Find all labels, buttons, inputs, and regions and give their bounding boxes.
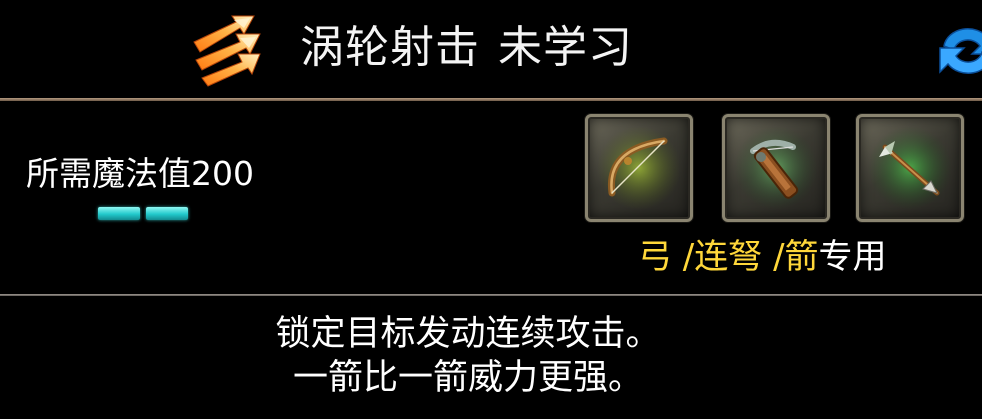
description-line: 一箭比一箭威力更强。: [292, 358, 643, 398]
skill-description: 锁定目标发动连续攻击。 一箭比一箭威力更强。: [0, 312, 936, 400]
skill-detail-panel: 涡轮射击 未学习 所需魔法值200 弓 /连弩 /箭专用 锁定目标发动连续攻击。…: [0, 0, 982, 419]
mana-requirement: 所需魔法值200: [26, 154, 254, 193]
skill-name: 涡轮射击: [300, 22, 480, 73]
crossbow-icon: [734, 126, 818, 210]
weapon-restriction: 弓 /连弩 /箭专用: [638, 234, 887, 280]
triple-arrow-icon: [188, 12, 266, 88]
weapon-exclusive-label: 专用: [818, 237, 887, 277]
header-divider: [0, 98, 982, 101]
bow-icon: [597, 126, 681, 210]
mana-pip: [98, 207, 140, 220]
weapon-slot-bow[interactable]: [585, 114, 693, 222]
weapon-slot-crossbow[interactable]: [722, 114, 830, 222]
description-line: 锁定目标发动连续攻击。: [275, 314, 661, 354]
section-divider: [0, 294, 982, 296]
weapon-slot-arrow[interactable]: [856, 114, 964, 222]
arrow-icon: [868, 126, 952, 210]
refresh-icon[interactable]: [938, 22, 982, 78]
mana-pip: [146, 207, 188, 220]
weapon-arrow-label: 箭: [784, 237, 819, 277]
weapon-crossbow-label: 连弩: [694, 237, 763, 277]
weapon-bow-label: 弓: [638, 237, 672, 277]
skill-title: 涡轮射击 未学习: [300, 18, 633, 78]
weapon-separator: /: [762, 237, 785, 277]
skill-header: 涡轮射击 未学习: [0, 0, 982, 100]
learn-status: 未学习: [498, 22, 633, 73]
weapon-separator: /: [672, 237, 695, 277]
